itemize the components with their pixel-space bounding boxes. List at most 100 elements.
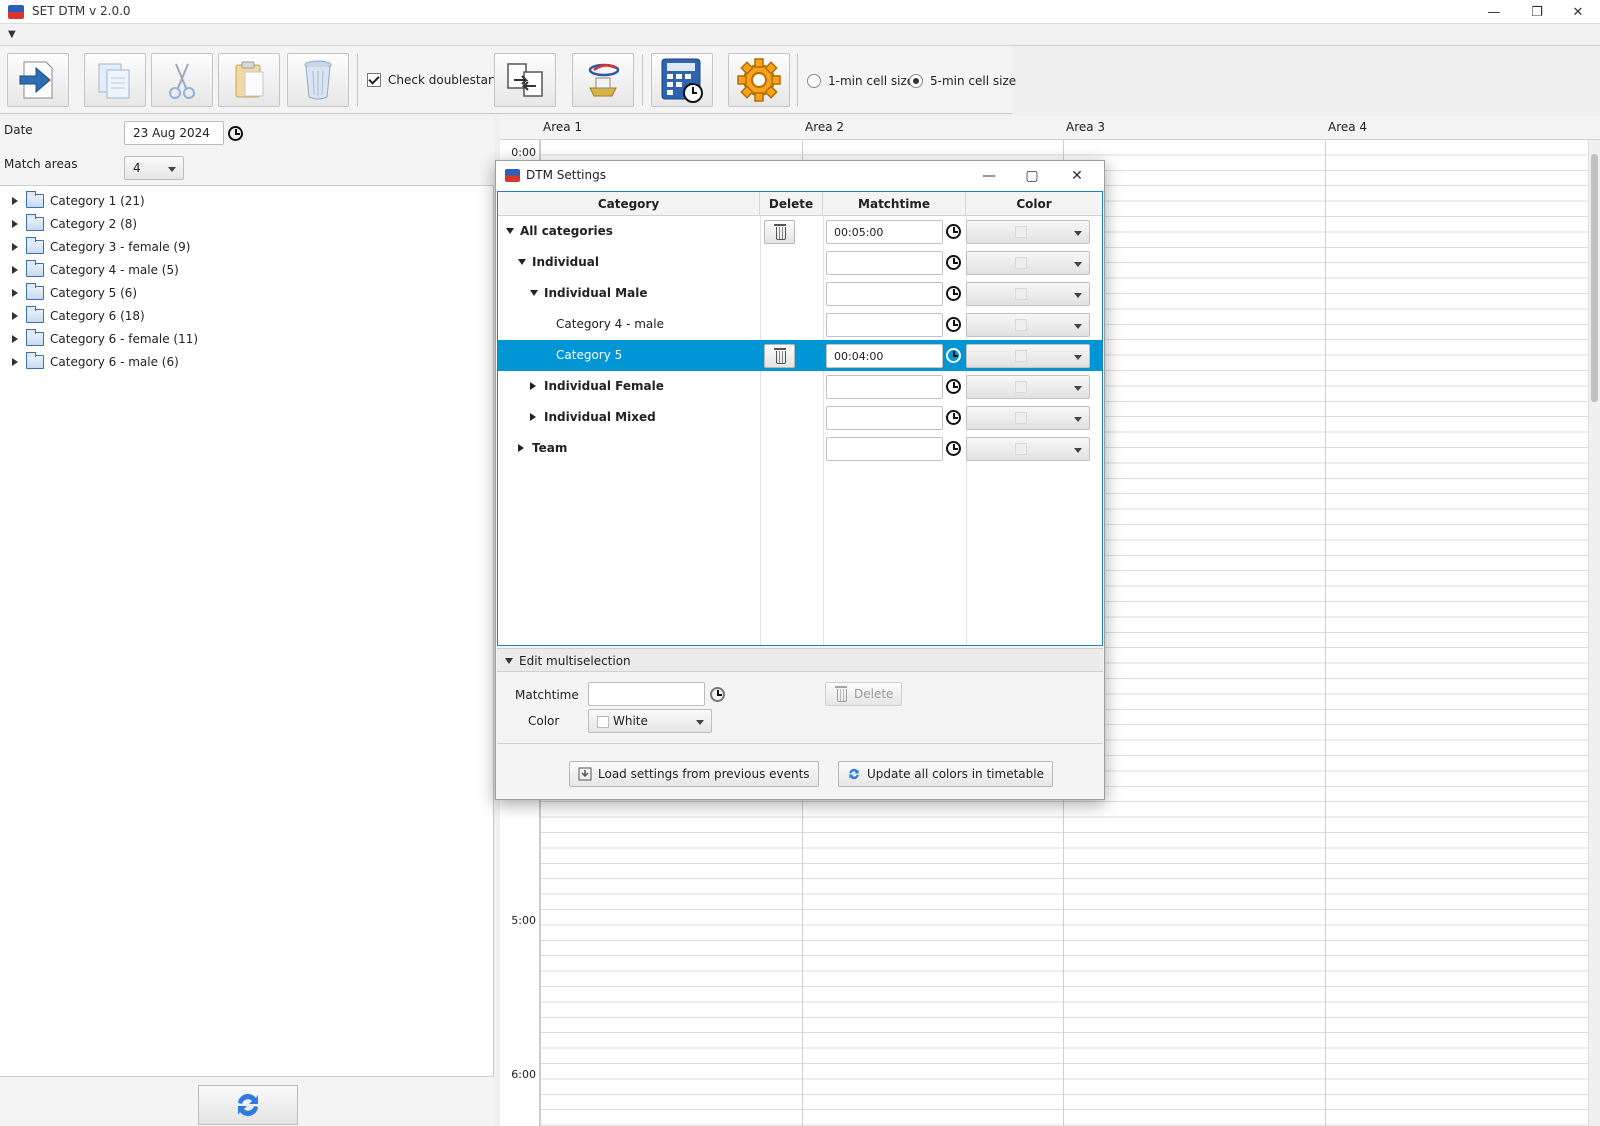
row-clock-icon[interactable] xyxy=(946,348,961,363)
row-color-select[interactable] xyxy=(966,220,1090,244)
row-matchtime-field[interactable]: 00:04:00 xyxy=(826,344,943,368)
row-category-label: Individual Mixed xyxy=(544,410,656,424)
copy-button[interactable] xyxy=(84,53,146,107)
export-button[interactable] xyxy=(7,53,69,107)
column-matchtime[interactable]: Matchtime xyxy=(823,192,966,216)
minimize-button[interactable]: — xyxy=(1472,0,1516,24)
cut-button[interactable] xyxy=(151,53,213,107)
expand-triangle-icon[interactable] xyxy=(12,312,18,320)
update-colors-button[interactable]: Update all colors in timetable xyxy=(838,761,1053,787)
collapse-triangle-icon[interactable] xyxy=(530,290,538,296)
row-matchtime-field[interactable] xyxy=(826,251,943,275)
expand-triangle-icon[interactable] xyxy=(530,382,536,390)
row-matchtime-field[interactable] xyxy=(826,406,943,430)
date-field[interactable]: 23 Aug 2024 xyxy=(124,121,224,145)
radio-5min[interactable] xyxy=(909,74,923,88)
row-clock-icon[interactable] xyxy=(946,317,961,332)
import-button[interactable] xyxy=(572,53,634,107)
row-color-select[interactable] xyxy=(966,313,1090,337)
table-row[interactable]: Individual Female xyxy=(498,371,1102,402)
expand-triangle-icon[interactable] xyxy=(12,266,18,274)
expand-triangle-icon[interactable] xyxy=(12,358,18,366)
multiselection-header[interactable]: Edit multiselection xyxy=(497,648,1103,672)
row-color-select[interactable] xyxy=(966,282,1090,306)
ms-matchtime-field[interactable] xyxy=(588,682,705,706)
table-row[interactable]: Team xyxy=(498,433,1102,464)
row-clock-icon[interactable] xyxy=(946,379,961,394)
row-color-select[interactable] xyxy=(966,375,1090,399)
tree-item-category[interactable]: Category 4 - male (5) xyxy=(12,259,179,281)
scrollbar-thumb[interactable] xyxy=(1591,154,1598,402)
collapse-triangle-icon[interactable] xyxy=(506,228,514,234)
row-color-select[interactable] xyxy=(966,437,1090,461)
column-delete[interactable]: Delete xyxy=(760,192,823,216)
expand-triangle-icon[interactable] xyxy=(530,413,536,421)
folder-icon xyxy=(26,214,44,231)
tree-item-category[interactable]: Category 6 (18) xyxy=(12,305,145,327)
settings-button[interactable] xyxy=(728,53,790,107)
check-doublestarts-checkbox[interactable] xyxy=(367,73,381,87)
timetable-scrollbar[interactable] xyxy=(1588,140,1600,1126)
expand-triangle-icon[interactable] xyxy=(12,335,18,343)
collapse-triangle-icon[interactable] xyxy=(518,259,526,265)
column-category[interactable]: Category xyxy=(498,192,760,216)
date-clock-icon[interactable] xyxy=(228,126,243,141)
tree-item-category[interactable]: Category 6 - male (6) xyxy=(12,351,179,373)
table-row[interactable]: Category 5 00:04:00 xyxy=(498,340,1102,371)
row-matchtime-field[interactable] xyxy=(826,282,943,306)
table-row[interactable]: All categories 00:05:00 xyxy=(498,216,1102,247)
load-icon xyxy=(578,767,592,781)
row-category-label: All categories xyxy=(520,224,613,238)
table-row[interactable]: Category 4 - male xyxy=(498,309,1102,340)
table-row[interactable]: Individual xyxy=(498,247,1102,278)
tree-item-category[interactable]: Category 2 (8) xyxy=(12,213,137,235)
row-clock-icon[interactable] xyxy=(946,441,961,456)
column-color[interactable]: Color xyxy=(966,192,1102,216)
radio-1min[interactable] xyxy=(807,74,821,88)
tree-item-category[interactable]: Category 3 - female (9) xyxy=(12,236,190,258)
menu-dropdown-icon[interactable]: ▼ xyxy=(8,29,16,40)
dialog-maximize-button[interactable]: ▢ xyxy=(1014,165,1050,187)
row-clock-icon[interactable] xyxy=(946,224,961,239)
row-matchtime-field[interactable] xyxy=(826,313,943,337)
row-matchtime-field[interactable]: 00:05:00 xyxy=(826,220,943,244)
refresh-button[interactable] xyxy=(198,1085,298,1125)
close-button[interactable]: ✕ xyxy=(1556,0,1600,24)
expand-triangle-icon[interactable] xyxy=(12,243,18,251)
load-settings-button[interactable]: Load settings from previous events xyxy=(569,761,819,787)
swap-button[interactable] xyxy=(494,53,556,107)
table-header: Category Delete Matchtime Color xyxy=(498,192,1102,216)
delete-all-button[interactable] xyxy=(287,53,349,107)
expand-triangle-icon[interactable] xyxy=(12,220,18,228)
dialog-close-button[interactable]: ✕ xyxy=(1059,165,1095,187)
ms-delete-button[interactable]: Delete xyxy=(825,682,903,706)
row-clock-icon[interactable] xyxy=(946,286,961,301)
timetable-calculator-button[interactable] xyxy=(651,53,713,107)
row-delete-button[interactable] xyxy=(764,220,795,244)
swap-pages-icon xyxy=(507,63,543,97)
row-color-select[interactable] xyxy=(966,406,1090,430)
expand-triangle-icon[interactable] xyxy=(12,289,18,297)
tree-item-label: Category 6 - female (11) xyxy=(50,332,199,346)
row-clock-icon[interactable] xyxy=(946,410,961,425)
row-matchtime-field[interactable] xyxy=(826,375,943,399)
tree-item-category[interactable]: Category 5 (6) xyxy=(12,282,137,304)
expand-triangle-icon[interactable] xyxy=(518,444,524,452)
paste-button[interactable] xyxy=(218,53,280,107)
tree-item-category[interactable]: Category 6 - female (11) xyxy=(12,328,198,350)
match-areas-select[interactable]: 4 xyxy=(124,156,184,180)
table-row[interactable]: Individual Mixed xyxy=(498,402,1102,433)
dialog-minimize-button[interactable]: — xyxy=(971,165,1007,187)
row-clock-icon[interactable] xyxy=(946,255,961,270)
ms-color-select[interactable]: White xyxy=(588,709,712,733)
maximize-button[interactable]: ❐ xyxy=(1515,0,1559,24)
row-matchtime-field[interactable] xyxy=(826,437,943,461)
ms-clock-icon[interactable] xyxy=(710,687,725,702)
row-color-select[interactable] xyxy=(966,344,1090,368)
radio-5min-label: 5-min cell size xyxy=(930,74,1017,88)
row-delete-button[interactable] xyxy=(764,344,795,368)
table-row[interactable]: Individual Male xyxy=(498,278,1102,309)
tree-item-category[interactable]: Category 1 (21) xyxy=(12,190,145,212)
expand-triangle-icon[interactable] xyxy=(12,197,18,205)
row-color-select[interactable] xyxy=(966,251,1090,275)
